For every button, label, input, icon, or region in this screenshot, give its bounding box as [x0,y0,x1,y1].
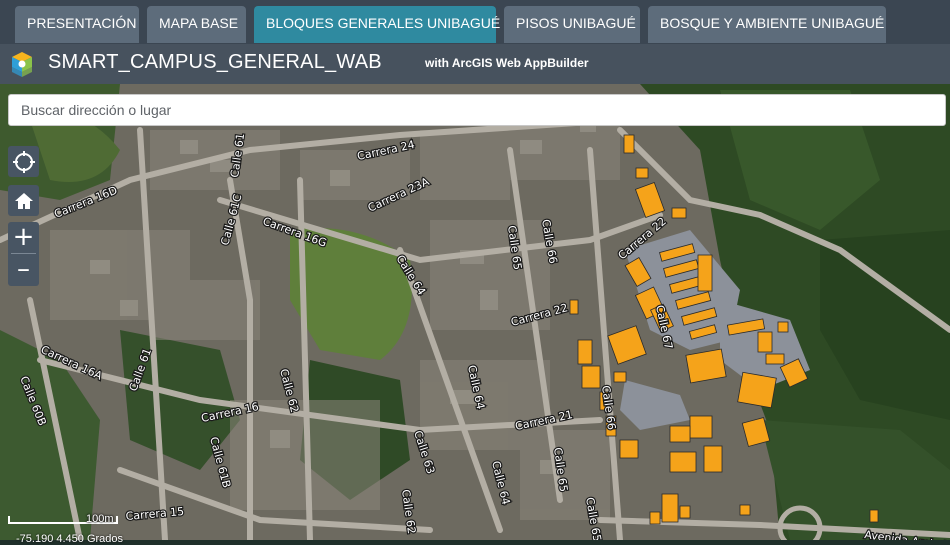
home-icon [14,192,33,209]
crosshair-icon [12,150,35,173]
app-subtitle: with ArcGIS Web AppBuilder [425,56,589,70]
app-title: SMART_CAMPUS_GENERAL_WAB [48,51,382,73]
app-header: SMART_CAMPUS_GENERAL_WAB with ArcGIS Web… [0,44,950,84]
map-view[interactable]: Carrera 24 Carrera 23A Carrera 16D Calle… [0,84,950,540]
tab-presentacion[interactable]: PRESENTACIÓN [15,6,139,43]
tab-bosque-ambiente[interactable]: BOSQUE Y AMBIENTE UNIBAGUÉ [648,6,886,43]
tab-bloques-generales[interactable]: BLOQUES GENERALES UNIBAGUÉ [254,6,500,43]
app-logo-icon [12,52,32,77]
zoom-control: + – [8,222,39,286]
tab-bar: PRESENTACIÓN MAPA BASE BLOQUES GENERALES… [0,0,950,44]
locate-button[interactable] [8,146,39,177]
search-input[interactable] [8,94,946,126]
home-button[interactable] [8,185,39,216]
tab-mapa-base[interactable]: MAPA BASE [147,6,246,43]
zoom-in-button[interactable]: + [8,222,39,253]
coordinate-readout: -75.190 4.450 Grados [16,533,124,545]
zoom-out-button[interactable]: – [8,254,39,285]
satellite-imagery: Carrera 24 Carrera 23A Carrera 16D Calle… [0,84,950,540]
scale-label: 100m [86,513,114,525]
tab-pisos[interactable]: PISOS UNIBAGUÉ [504,6,640,43]
